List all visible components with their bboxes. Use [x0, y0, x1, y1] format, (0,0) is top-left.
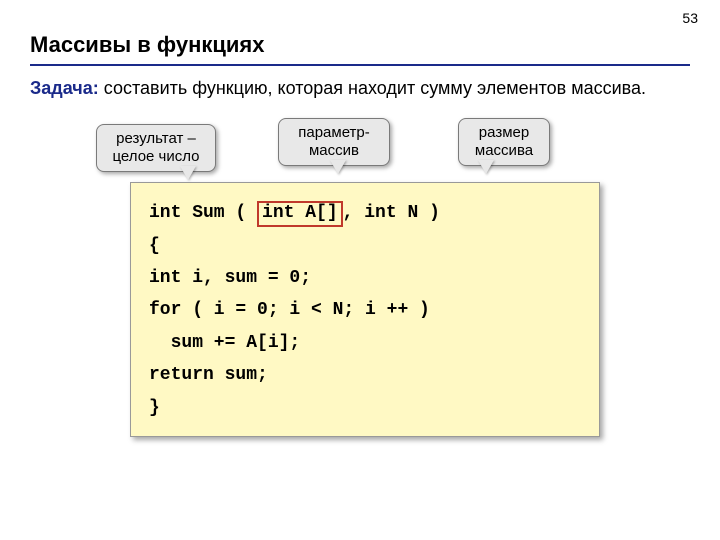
- code-line-3: int i, sum = 0;: [149, 268, 311, 288]
- code-line-1a: int Sum (: [149, 203, 257, 223]
- code-line-1b: , int N ): [343, 203, 440, 223]
- task-label: Задача:: [30, 78, 99, 98]
- code-highlight-param: int A[]: [257, 201, 343, 227]
- title-rule: [30, 64, 690, 66]
- task-description: Задача: составить функцию, которая наход…: [30, 76, 690, 100]
- callout-pointer-icon: [330, 160, 346, 174]
- code-line-2: {: [149, 236, 160, 256]
- callout-pointer-icon: [478, 160, 494, 174]
- page-title: Массивы в функциях: [30, 32, 690, 58]
- page-number: 53: [682, 10, 698, 26]
- code-block: int Sum ( int A[], int N ) { int i, sum …: [130, 182, 600, 437]
- code-line-5: sum += A[i];: [149, 333, 300, 353]
- callout-array-size: размер массива: [458, 118, 550, 166]
- callout-param-array: параметр-массив: [278, 118, 390, 166]
- callout-result: результат – целое число: [96, 124, 216, 172]
- callouts-row: результат – целое число параметр-массив …: [70, 118, 690, 182]
- code-line-6: return sum;: [149, 365, 268, 385]
- task-text: составить функцию, которая находит сумму…: [99, 78, 646, 98]
- callout-pointer-icon: [180, 166, 196, 180]
- code-line-7: }: [149, 398, 160, 418]
- code-line-4: for ( i = 0; i < N; i ++ ): [149, 300, 430, 320]
